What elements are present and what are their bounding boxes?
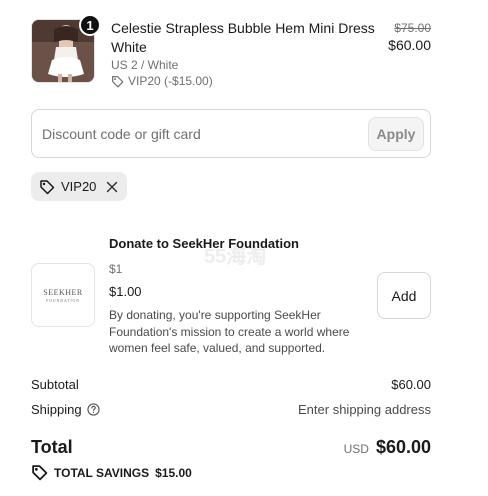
shipping-label: Shipping — [31, 402, 82, 417]
applied-discount-chip: VIP20 — [31, 172, 128, 201]
discount-field: Apply — [31, 109, 431, 158]
subtotal-label: Subtotal — [31, 377, 79, 392]
discount-code-input[interactable] — [42, 120, 362, 148]
savings-value: $15.00 — [155, 465, 192, 480]
donation-small-amount: $1 — [109, 262, 123, 276]
donation-logo-line2: FOUNDATION — [46, 297, 80, 303]
total-label: Total — [31, 437, 73, 457]
close-icon — [107, 181, 118, 192]
applied-discount-code: VIP20 — [61, 179, 97, 194]
product-discount: VIP20 (-$15.00) — [111, 74, 213, 88]
tag-icon — [112, 75, 124, 87]
add-donation-button[interactable]: Add — [377, 272, 431, 319]
help-icon[interactable] — [86, 403, 100, 416]
subtotal-row: Subtotal $60.00 — [31, 377, 431, 392]
total-row: Total USD $60.00 — [31, 437, 431, 461]
donation-amount: $1.00 — [109, 284, 142, 299]
product-variant: US 2 / White — [111, 58, 179, 72]
savings-label: TOTAL SAVINGS — [54, 465, 150, 480]
tag-icon — [32, 465, 48, 481]
original-price: $75.00 — [394, 21, 431, 35]
subtotal-value: $60.00 — [391, 377, 431, 392]
total-savings: TOTAL SAVINGS $15.00 — [31, 464, 192, 481]
remove-discount-button[interactable] — [106, 181, 118, 193]
currency-code: USD — [343, 442, 369, 456]
product-discount-label: VIP20 (-$15.00) — [128, 74, 213, 88]
shipping-value: Enter shipping address — [298, 402, 431, 417]
apply-button[interactable]: Apply — [368, 117, 424, 151]
quantity-badge: 1 — [79, 14, 101, 36]
donation-logo: SEEKHER FOUNDATION — [31, 263, 95, 327]
total-value-group: USD $60.00 — [344, 437, 431, 458]
tag-icon — [40, 179, 55, 194]
total-amount: $60.00 — [375, 437, 431, 457]
product-title: Celestie Strapless Bubble Hem Mini Dress… — [111, 20, 375, 55]
donation-title: Donate to SeekHer Foundation — [109, 236, 299, 251]
donation-description: By donating, you're supporting SeekHer F… — [109, 308, 350, 355]
cart-line-item: 1 Celestie Strapless Bubble Hem Mini Dre… — [31, 14, 431, 89]
discounted-price: $60.00 — [388, 37, 431, 53]
shipping-row: Shipping Enter shipping address — [31, 402, 431, 417]
donation-logo-line1: SEEKHER — [43, 287, 83, 297]
